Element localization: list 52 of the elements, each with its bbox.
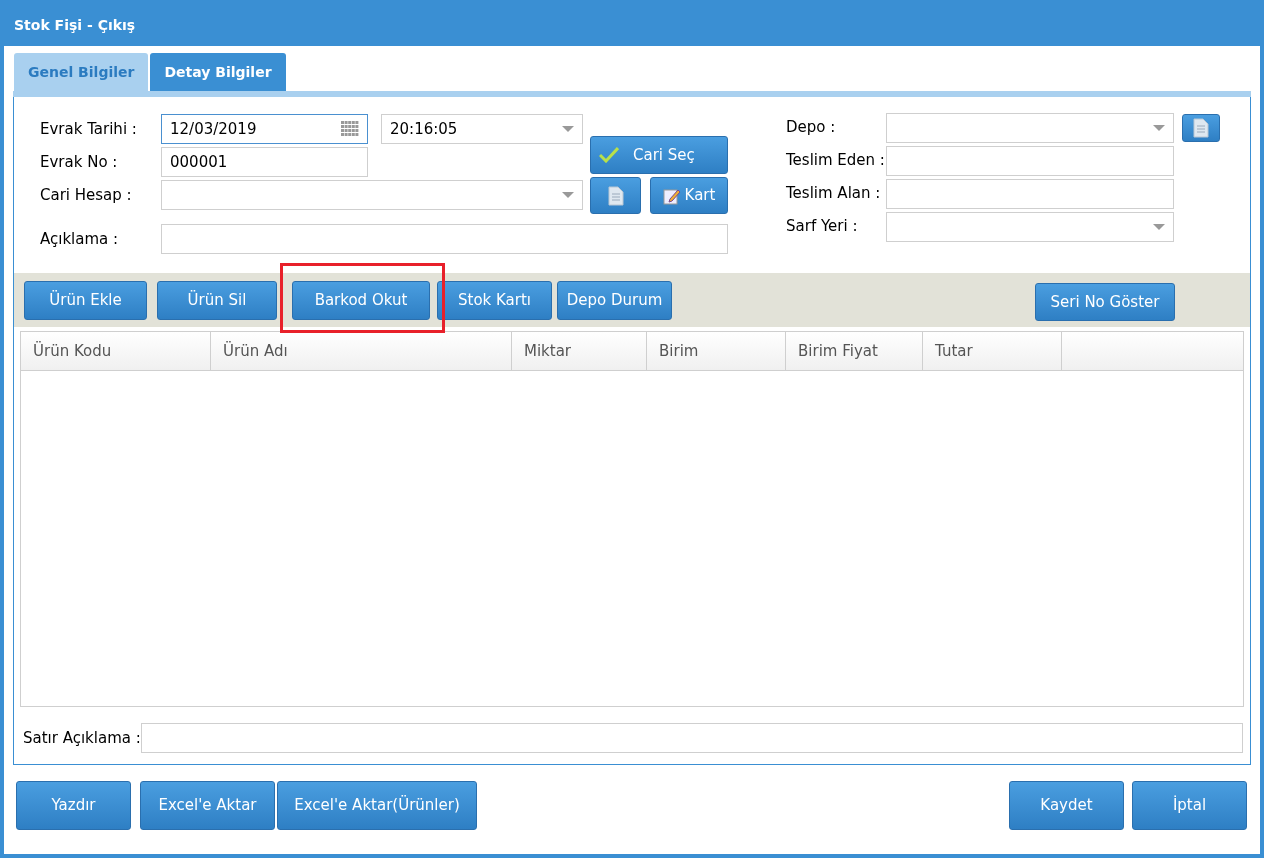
text-field[interactable] <box>161 224 728 254</box>
calendar-icon[interactable] <box>341 121 359 137</box>
toolbar-button[interactable]: Seri No Göster <box>1035 283 1175 321</box>
edit-icon <box>662 186 681 205</box>
window-title: Stok Fişi - Çıkış <box>13 15 137 35</box>
footer-button[interactable]: İptal <box>1132 781 1247 830</box>
field-label: Teslim Eden : <box>786 150 886 172</box>
time-dropdown[interactable]: 20:16:05 <box>381 114 583 144</box>
document-icon <box>1193 117 1209 138</box>
field-label: Depo : <box>786 117 837 139</box>
dropdown-caret-icon <box>1153 223 1165 230</box>
toolbar-button[interactable]: Depo Durum <box>557 280 672 320</box>
column-header[interactable]: Birim <box>647 332 786 370</box>
document-button[interactable] <box>590 177 641 214</box>
toolbar-button[interactable]: Ürün Ekle <box>24 280 147 320</box>
checkmark-icon <box>599 147 619 163</box>
toolbar-button[interactable]: Stok Kartı <box>437 280 552 320</box>
dropdown-caret-icon <box>562 126 574 132</box>
field-label: Açıklama : <box>40 228 120 250</box>
column-header[interactable]: Tutar <box>923 332 1062 370</box>
footer-button[interactable]: Excel'e Aktar <box>140 781 275 830</box>
footer-button[interactable]: Kaydet <box>1009 781 1124 830</box>
text-field[interactable] <box>886 145 1174 176</box>
column-header[interactable]: Miktar <box>512 332 647 370</box>
tab[interactable]: Detay Bilgiler <box>150 53 286 91</box>
dropdown-caret-icon <box>1153 124 1165 131</box>
column-header[interactable]: Ürün Kodu <box>21 332 211 370</box>
field-label: Evrak No : <box>40 151 119 173</box>
column-header[interactable]: Birim Fiyat <box>786 332 923 370</box>
dropdown-field[interactable] <box>886 211 1174 242</box>
document-icon <box>607 185 624 206</box>
field-label: Satır Açıklama : <box>23 727 141 749</box>
field-label: Evrak Tarihi : <box>40 118 138 140</box>
text-field[interactable]: 000001 <box>161 147 368 177</box>
toolbar-button[interactable]: Barkod Okut <box>292 280 430 320</box>
toolbar-button[interactable]: Ürün Sil <box>157 280 277 320</box>
card-button[interactable]: Kart <box>650 177 728 214</box>
text-field[interactable] <box>141 723 1243 753</box>
text-field[interactable] <box>886 178 1174 209</box>
column-header[interactable]: Ürün Adı <box>211 332 512 370</box>
dropdown-field[interactable] <box>886 112 1174 143</box>
footer-button[interactable]: Yazdır <box>16 781 131 830</box>
dropdown-caret-icon <box>562 192 574 198</box>
footer-button[interactable]: Excel'e Aktar(Ürünler) <box>277 781 477 830</box>
date-field[interactable]: 12/03/2019 <box>161 114 368 144</box>
dropdown-field[interactable] <box>161 180 583 210</box>
document-button[interactable] <box>1182 113 1220 142</box>
tab[interactable]: Genel Bilgiler <box>14 53 149 91</box>
select-button[interactable]: Cari Seç <box>590 136 728 174</box>
field-label: Cari Hesap : <box>40 184 133 206</box>
field-label: Teslim Alan : <box>786 183 882 205</box>
field-label: Sarf Yeri : <box>786 216 859 238</box>
